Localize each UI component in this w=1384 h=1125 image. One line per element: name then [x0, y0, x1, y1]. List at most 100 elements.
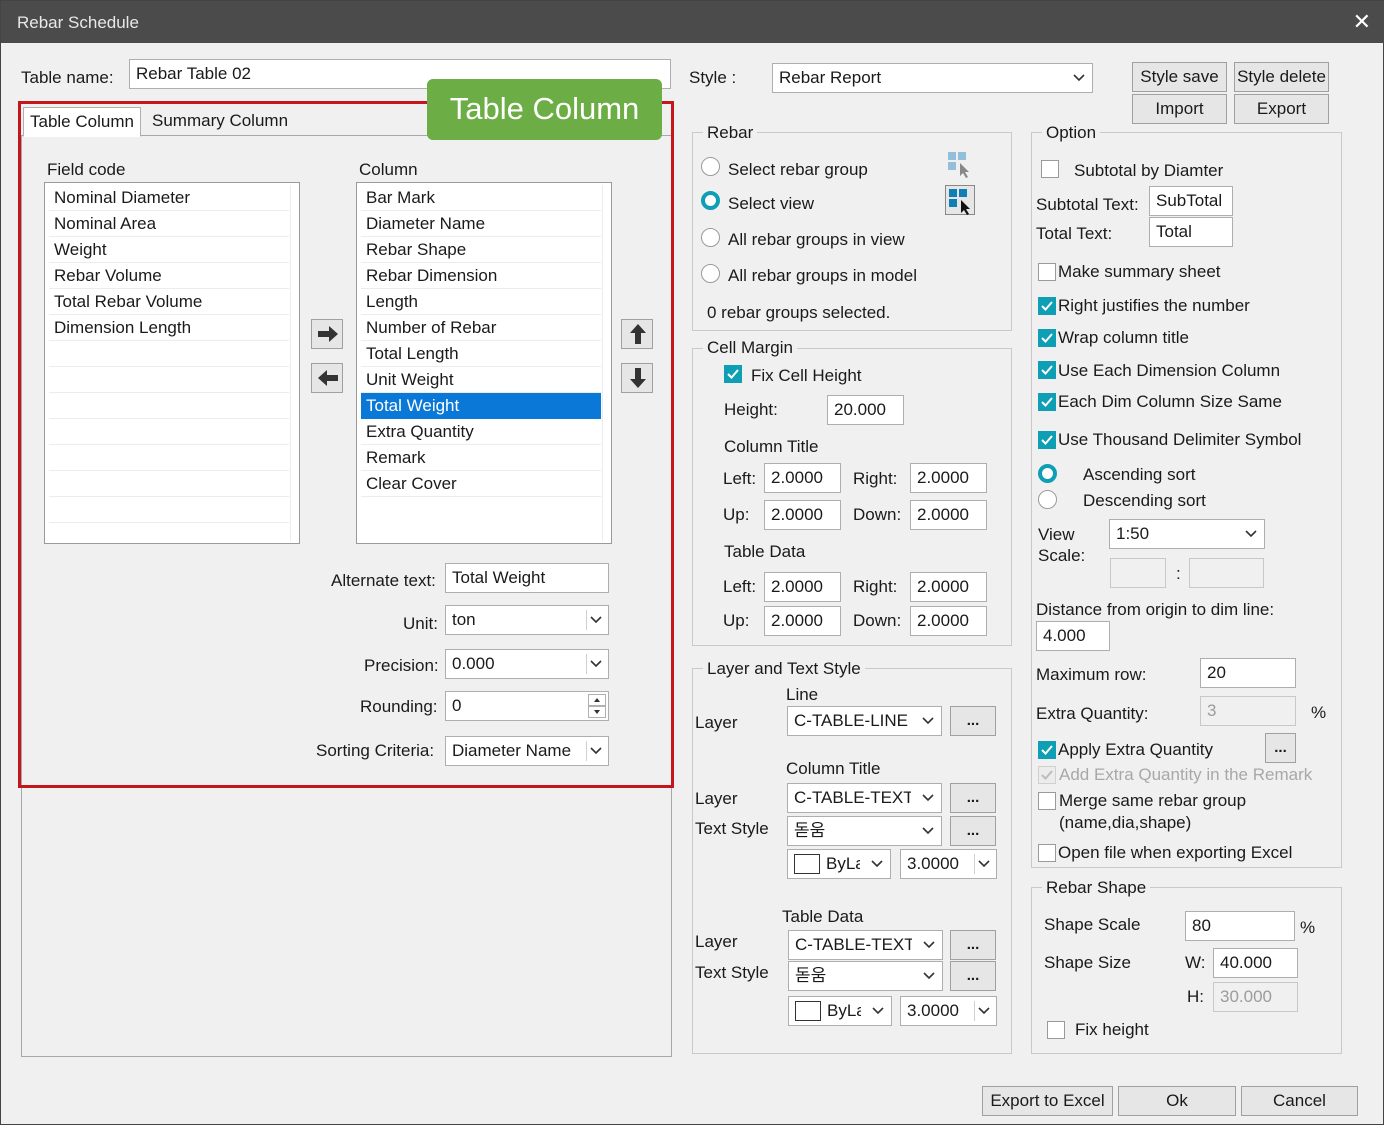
- pick-group-icon[interactable]: [945, 149, 975, 179]
- view-scale-select[interactable]: 1:50: [1109, 519, 1265, 549]
- distance-label: Distance from origin to dim line:: [1036, 600, 1275, 619]
- td-left-label: Left:: [723, 577, 757, 596]
- radio-all-in-model[interactable]: [701, 264, 720, 283]
- export-button[interactable]: Export: [1234, 94, 1329, 124]
- thousand-delimiter-label: Use Thousand Delimiter Symbol: [1058, 430, 1302, 449]
- merge-same-checkbox[interactable]: [1038, 792, 1056, 810]
- close-icon[interactable]: ✕: [1353, 9, 1371, 35]
- style-select[interactable]: Rebar Report: [772, 63, 1093, 93]
- radio-descending-sort[interactable]: [1038, 490, 1057, 509]
- ct-color-select[interactable]: ByLayer: [787, 849, 891, 879]
- ct-up-label: Up:: [723, 505, 750, 524]
- fix-height-checkbox[interactable]: [1047, 1021, 1065, 1039]
- td-layer-more-button[interactable]: ...: [950, 930, 996, 960]
- scale-denominator-input: [1189, 558, 1264, 588]
- make-summary-checkbox[interactable]: [1038, 263, 1056, 281]
- td-text-style-label: Text Style: [695, 963, 769, 982]
- fix-cell-height-checkbox[interactable]: [724, 365, 742, 383]
- all-in-view-label: All rebar groups in view: [728, 230, 905, 249]
- cancel-button[interactable]: Cancel: [1241, 1086, 1358, 1116]
- ct-up-input[interactable]: 2.0000: [764, 500, 841, 530]
- chevron-down-icon: [1070, 68, 1088, 88]
- add-extra-remark-label: Add Extra Quantity in the Remark: [1059, 765, 1313, 784]
- distance-input[interactable]: 4.000: [1036, 621, 1110, 651]
- scale-separator: :: [1176, 564, 1181, 583]
- ok-button[interactable]: Ok: [1118, 1086, 1236, 1116]
- merge-same-label: Merge same rebar group: [1059, 791, 1247, 810]
- each-dim-same-checkbox[interactable]: [1038, 393, 1056, 411]
- rebar-group-title: Rebar: [703, 123, 758, 143]
- max-row-input[interactable]: 20: [1200, 658, 1296, 688]
- ct-height-select[interactable]: 3.0000: [900, 849, 997, 879]
- line-layer-select[interactable]: C-TABLE-LINE: [787, 706, 942, 736]
- ct-left-label: Left:: [723, 469, 757, 488]
- td-left-input[interactable]: 2.0000: [764, 572, 841, 602]
- shape-scale-percent: %: [1300, 918, 1316, 937]
- radio-ascending-sort[interactable]: [1038, 464, 1057, 483]
- ct-layer-label: Layer: [695, 789, 738, 808]
- radio-select-rebar-group[interactable]: [701, 157, 720, 176]
- ct-text-style-select[interactable]: 돋움: [787, 816, 942, 846]
- use-each-dim-checkbox[interactable]: [1038, 361, 1056, 379]
- fix-cell-height-label: Fix Cell Height: [751, 366, 862, 385]
- select-rebar-group-label: Select rebar group: [728, 160, 868, 179]
- ct-down-label: Down:: [853, 505, 902, 524]
- table-data-label: Table Data: [724, 542, 806, 561]
- chevron-down-icon: [919, 821, 937, 841]
- ascending-sort-label: Ascending sort: [1083, 465, 1196, 484]
- shape-h-label: H:: [1187, 987, 1204, 1006]
- height-input[interactable]: 20.000: [827, 395, 904, 425]
- height-label: Height:: [724, 400, 778, 419]
- shape-scale-label: Shape Scale: [1044, 915, 1141, 934]
- shape-scale-input[interactable]: 80: [1185, 911, 1295, 941]
- td-text-style-select[interactable]: 돋움: [788, 961, 943, 991]
- apply-extra-more-button[interactable]: ...: [1265, 733, 1296, 763]
- ct-left-input[interactable]: 2.0000: [764, 463, 841, 493]
- style-save-button[interactable]: Style save: [1132, 62, 1227, 92]
- total-text-input[interactable]: Total: [1149, 217, 1233, 247]
- ct-layer-more-button[interactable]: ...: [950, 783, 996, 813]
- layer-text-style-title: Layer and Text Style: [703, 659, 865, 679]
- ct-right-label: Right:: [853, 469, 898, 488]
- td-layer-select[interactable]: C-TABLE-TEXT: [788, 930, 943, 960]
- td-text-style-more-button[interactable]: ...: [950, 961, 996, 991]
- wrap-title-checkbox[interactable]: [1038, 329, 1056, 347]
- add-extra-remark-checkbox: [1038, 766, 1056, 784]
- column-title-label: Column Title: [724, 437, 819, 456]
- table-column-callout: Table Column: [427, 79, 662, 140]
- make-summary-label: Make summary sheet: [1058, 262, 1221, 281]
- chevron-down-icon: [974, 854, 992, 874]
- subtotal-by-diameter-checkbox[interactable]: [1041, 160, 1059, 178]
- use-each-dim-label: Use Each Dimension Column: [1058, 361, 1281, 380]
- td-right-input[interactable]: 2.0000: [910, 572, 987, 602]
- extra-qty-label: Extra Quantity:: [1036, 704, 1149, 723]
- option-title: Option: [1042, 123, 1101, 143]
- ct-right-input[interactable]: 2.0000: [910, 463, 987, 493]
- rebar-schedule-dialog: Rebar Schedule ✕ Table name: Rebar Table…: [0, 0, 1384, 1125]
- right-justifies-checkbox[interactable]: [1038, 297, 1056, 315]
- td-down-input[interactable]: 2.0000: [910, 606, 987, 636]
- td-height-select[interactable]: 3.0000: [900, 996, 997, 1026]
- td-color-select[interactable]: ByLayer: [788, 996, 892, 1026]
- ct-text-style-more-button[interactable]: ...: [950, 816, 996, 846]
- open-file-checkbox[interactable]: [1038, 844, 1056, 862]
- apply-extra-checkbox[interactable]: [1038, 741, 1056, 759]
- right-justifies-label: Right justifies the number: [1058, 296, 1250, 315]
- td-up-input[interactable]: 2.0000: [764, 606, 841, 636]
- open-file-label: Open file when exporting Excel: [1058, 843, 1293, 862]
- each-dim-same-label: Each Dim Column Size Same: [1058, 392, 1282, 411]
- subtotal-text-input[interactable]: SubTotal: [1149, 186, 1233, 216]
- ct-down-input[interactable]: 2.0000: [910, 500, 987, 530]
- ct-layer-select[interactable]: C-TABLE-TEXT: [787, 783, 942, 813]
- import-button[interactable]: Import: [1132, 94, 1227, 124]
- shape-w-input[interactable]: 40.000: [1213, 948, 1298, 978]
- color-swatch: [795, 1001, 821, 1021]
- radio-all-in-view[interactable]: [701, 228, 720, 247]
- thousand-delimiter-checkbox[interactable]: [1038, 431, 1056, 449]
- line-layer-more-button[interactable]: ...: [950, 706, 996, 736]
- pick-view-icon[interactable]: [945, 185, 975, 215]
- export-to-excel-button[interactable]: Export to Excel: [982, 1086, 1113, 1116]
- radio-select-view[interactable]: [701, 191, 720, 210]
- style-delete-button[interactable]: Style delete: [1234, 62, 1329, 92]
- shape-w-label: W:: [1185, 953, 1206, 972]
